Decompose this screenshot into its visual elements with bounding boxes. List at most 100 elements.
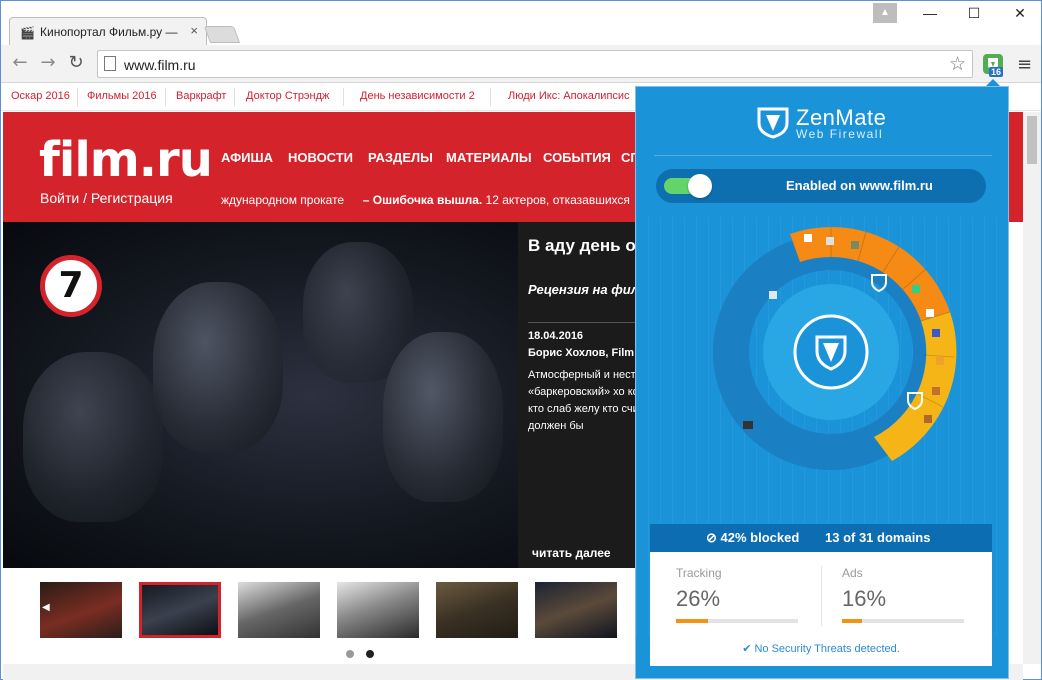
bookmark-item[interactable]: Доктор Стрэндж	[246, 90, 329, 102]
bookmark-separator	[343, 88, 344, 106]
bookmark-item[interactable]: Оскар 2016	[11, 90, 70, 102]
news-ticker[interactable]: ждународном прокате – Ошибочка вышла. 12…	[221, 193, 630, 207]
article-author: Борис Хохлов, Film	[528, 347, 635, 359]
article-title[interactable]: В аду день открытых де	[528, 234, 638, 258]
bookmark-separator	[234, 88, 235, 106]
profile-icon[interactable]: ▲	[873, 3, 897, 23]
domain-favicon-icon	[804, 234, 812, 242]
zenmate-subtitle: Web Firewall	[796, 127, 884, 141]
film-favicon-icon: 🎬	[20, 26, 35, 40]
tracking-bar	[676, 619, 798, 623]
security-status: ✔ No Security Threats detected.	[742, 643, 900, 655]
ads-bar	[842, 619, 964, 623]
tab-title: Кинопортал Фильм.ру —	[40, 25, 178, 39]
bookmark-item[interactable]: Люди Икс: Апокалипсис	[508, 90, 630, 102]
article-panel[interactable]: В аду день открытых де Рецензия на фил о…	[518, 222, 638, 568]
domain-favicon-icon	[743, 421, 753, 429]
bookmark-item[interactable]: Фильмы 2016	[87, 90, 157, 102]
domain-favicon-icon	[932, 387, 940, 395]
browser-window: 🎬 Кинопортал Фильм.ру — × ▲ — ☐ ✕ ← → ↻ …	[0, 0, 1042, 680]
stats-separator	[821, 566, 822, 626]
domain-favicon-icon	[826, 237, 834, 245]
enable-toggle-bar[interactable]: Enabled on www.film.ru	[656, 169, 986, 203]
hero-figure	[23, 352, 163, 522]
nav-news[interactable]: НОВОСТИ	[288, 150, 353, 165]
bookmark-item[interactable]: Варкрафт	[176, 90, 226, 102]
thumbnail[interactable]	[436, 582, 518, 638]
stats-header: ⊘ 42% blocked 13 of 31 domains	[650, 524, 992, 552]
article-subtitle: Рецензия на фил от преисподней	[528, 282, 638, 297]
ads-value: 16%	[842, 586, 887, 611]
browser-tab[interactable]: 🎬 Кинопортал Фильм.ру — ×	[9, 17, 207, 45]
article-body: Атмосферный и нестандартный «баркеровски…	[528, 369, 638, 432]
tab-close-icon[interactable]: ×	[190, 23, 198, 38]
forward-icon[interactable]: →	[37, 52, 59, 73]
domains-count: 13 of 31 domains	[825, 530, 931, 545]
toggle-label: Enabled on www.film.ru	[786, 178, 933, 193]
ads-label: Ads	[842, 566, 863, 580]
bookmark-star-icon[interactable]: ☆	[949, 53, 966, 75]
tracking-label: Tracking	[676, 566, 722, 580]
url-text[interactable]: www.film.ru	[124, 57, 196, 73]
thumbnail-active[interactable]	[139, 582, 221, 638]
ads-bar-fill	[842, 619, 862, 623]
article-divider	[528, 322, 638, 323]
tracking-bar-fill	[676, 619, 708, 623]
hero-image[interactable]: 7	[3, 222, 518, 568]
ticker-bold: – Ошибочка вышла.	[362, 193, 483, 207]
zenmate-shield-icon	[757, 107, 789, 139]
bookmark-separator	[165, 88, 166, 106]
nav-events[interactable]: СОБЫТИЯ	[543, 150, 611, 165]
domain-favicon-icon	[932, 329, 940, 337]
domain-ring-chart[interactable]	[696, 217, 966, 487]
article-date: 18.04.2016	[528, 330, 584, 342]
bookmark-item[interactable]: День независимости 2	[360, 90, 475, 102]
stats-panel: Tracking 26% Ads 16% ✔ No Security Threa…	[650, 552, 992, 666]
thumbnail[interactable]	[337, 582, 419, 638]
site-logo[interactable]: film.ru	[39, 132, 213, 188]
login-link[interactable]: Войти / Регистрация	[40, 190, 173, 206]
minimize-button[interactable]: —	[907, 5, 953, 21]
nav-afisha[interactable]: АФИША	[221, 150, 273, 165]
page-icon	[104, 56, 116, 71]
bookmark-separator	[77, 88, 78, 106]
nav-materials[interactable]: МАТЕРИАЛЫ	[446, 150, 532, 165]
hero-figure	[383, 332, 503, 502]
domain-favicon-icon	[926, 309, 934, 317]
extension-badge: 16	[989, 67, 1004, 77]
hero-figure	[153, 282, 283, 452]
ticker-lead: ждународном прокате	[221, 193, 345, 207]
domain-favicon-icon	[936, 357, 944, 365]
browser-toolbar: ← → ↻ www.film.ru ☆ 16 ≡	[1, 45, 1041, 83]
domain-favicon-icon	[924, 415, 932, 423]
prev-arrow-icon[interactable]: ◀	[42, 602, 50, 613]
address-bar[interactable]: www.film.ru ☆	[97, 50, 973, 78]
thumbnail[interactable]	[238, 582, 320, 638]
tracking-value: 26%	[676, 586, 721, 611]
read-more-link[interactable]: читать далее	[532, 546, 611, 560]
toggle-knob[interactable]	[688, 174, 712, 198]
vertical-scrollbar[interactable]	[1023, 112, 1041, 664]
close-window-button[interactable]: ✕	[997, 5, 1042, 22]
scrollbar-thumb[interactable]	[1027, 116, 1037, 164]
domain-favicon-icon	[912, 285, 920, 293]
blocked-percent: ⊘ 42% blocked	[706, 530, 800, 545]
back-icon[interactable]: ←	[9, 52, 31, 73]
menu-icon[interactable]: ≡	[1017, 54, 1032, 75]
carousel-dot[interactable]	[346, 650, 354, 658]
maximize-button[interactable]: ☐	[951, 5, 997, 22]
title-bar: 🎬 Кинопортал Фильм.ру — × ▲ — ☐ ✕	[1, 1, 1041, 45]
zenmate-popup: ZenMate Web Firewall Enabled on www.film…	[635, 86, 1009, 679]
ticker-rest: 12 актеров, отказавшихся	[482, 193, 630, 207]
popup-divider	[654, 155, 992, 156]
domain-favicon-icon	[769, 291, 777, 299]
thumbnail[interactable]	[535, 582, 617, 638]
bookmark-separator	[490, 88, 491, 106]
rating-badge: 7	[40, 255, 102, 317]
domain-favicon-icon	[851, 241, 859, 249]
new-tab-button[interactable]	[203, 26, 241, 43]
carousel-dot-active[interactable]	[366, 650, 374, 658]
nav-sections[interactable]: РАЗДЕЛЫ	[368, 150, 433, 165]
thumbnail[interactable]: ◀	[40, 582, 122, 638]
reload-icon[interactable]: ↻	[65, 52, 87, 73]
